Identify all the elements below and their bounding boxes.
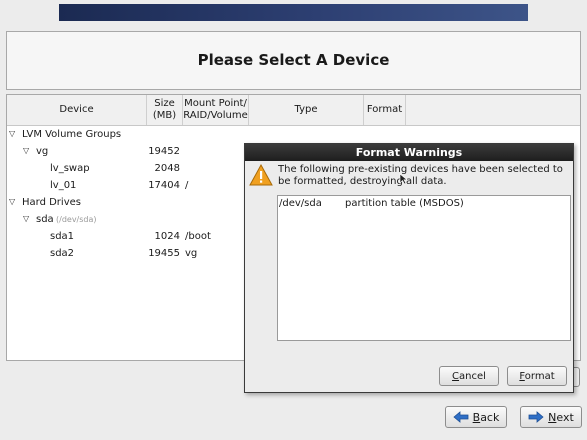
- column-format[interactable]: Format: [364, 95, 406, 125]
- tree-header: Device Size (MB) Mount Point/ RAID/Volum…: [7, 95, 580, 126]
- back-button[interactable]: Back: [445, 406, 507, 428]
- column-size[interactable]: Size (MB): [147, 95, 183, 125]
- column-device[interactable]: Device: [7, 95, 147, 125]
- dialog-title: Format Warnings: [245, 144, 573, 161]
- mouse-pointer-icon: [399, 173, 408, 185]
- list-item-device: /dev/sda: [279, 198, 322, 209]
- list-item-description: partition table (MSDOS): [345, 198, 464, 209]
- expander-down-icon[interactable]: ▽: [9, 197, 15, 206]
- expander-down-icon[interactable]: ▽: [23, 214, 29, 223]
- device-format-list[interactable]: /dev/sda partition table (MSDOS): [277, 195, 571, 341]
- title-panel: Please Select A Device: [6, 31, 581, 90]
- cancel-button[interactable]: Cancel: [439, 366, 499, 386]
- next-arrow-icon: [528, 411, 544, 423]
- dialog-message: The following pre-existing devices have …: [278, 164, 563, 187]
- expander-down-icon[interactable]: ▽: [9, 129, 15, 138]
- column-mount[interactable]: Mount Point/ RAID/Volume: [183, 95, 249, 125]
- format-button[interactable]: Format: [507, 366, 567, 386]
- format-warnings-dialog: Format Warnings The following pre-existi…: [244, 143, 574, 393]
- page-title: Please Select A Device: [197, 51, 390, 69]
- next-button[interactable]: Next: [520, 406, 582, 428]
- tree-row-lvm-groups[interactable]: ▽ LVM Volume Groups: [7, 126, 580, 143]
- header-banner: [59, 4, 528, 21]
- expander-down-icon[interactable]: ▽: [23, 146, 29, 155]
- back-arrow-icon: [453, 411, 469, 423]
- column-type[interactable]: Type: [249, 95, 364, 125]
- warning-icon: [249, 164, 273, 186]
